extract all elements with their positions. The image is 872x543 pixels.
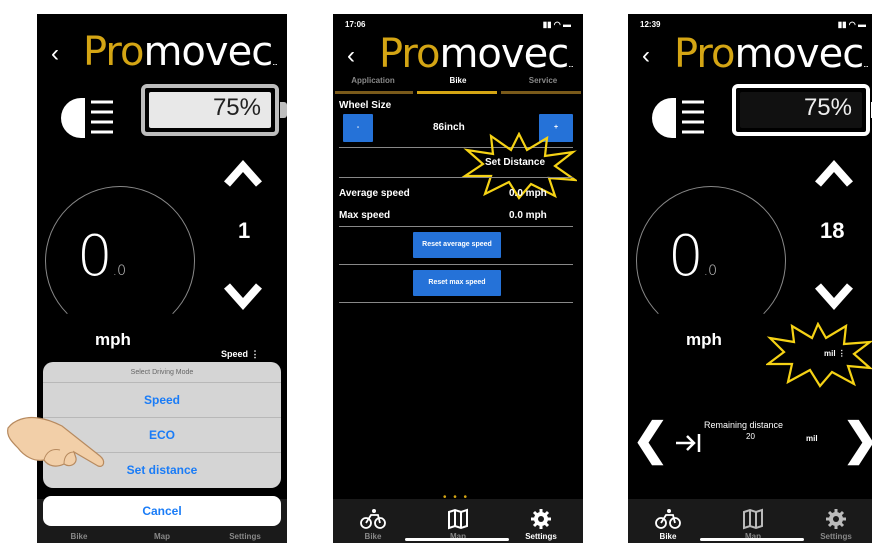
tab-application[interactable]: Application	[333, 76, 413, 85]
phone-screen-bike-settings: 17:06 ▮▮ ◠ ▬ ‹ Promovec... Application B…	[333, 14, 583, 543]
pointing-hand-icon	[7, 416, 105, 467]
battery-percent: 75%	[803, 94, 852, 121]
gear-icon	[826, 509, 846, 529]
speed-readout: 0.0	[77, 224, 126, 289]
headlight-icon[interactable]	[646, 94, 710, 142]
distance-target-icon	[676, 434, 701, 452]
signal-wifi-battery-icon: ▮▮ ◠ ▬	[837, 20, 866, 29]
speed-unit: mph	[95, 330, 131, 349]
reset-average-speed-button[interactable]: Reset average speed	[413, 232, 501, 258]
highlight-burst	[766, 322, 872, 388]
gear-level: 1	[238, 218, 251, 243]
remaining-distance-value: 20	[746, 432, 755, 441]
gear-level: 18	[820, 218, 845, 243]
cancel-button[interactable]: Cancel	[43, 496, 281, 526]
headlight-icon[interactable]	[55, 94, 119, 142]
tab-settings[interactable]: Settings	[806, 508, 866, 541]
bottom-tab-bar: Bike Map Settings	[628, 499, 872, 543]
tab-settings[interactable]: Settings	[511, 508, 571, 541]
remaining-distance-unit: mil	[806, 434, 818, 443]
speed-unit: mph	[686, 330, 722, 349]
wheel-size-label: Wheel Size	[339, 100, 392, 111]
average-speed-value: 0.0 mph	[509, 188, 547, 199]
bicycle-icon	[655, 509, 681, 529]
map-icon	[448, 508, 468, 530]
status-time: 12:39	[640, 20, 661, 29]
promovec-logo: Promovec...	[83, 29, 278, 75]
reset-max-speed-button[interactable]: Reset max speed	[413, 270, 501, 296]
gear-down-icon[interactable]	[223, 276, 263, 316]
previous-arrow-icon[interactable]: ❮	[632, 414, 669, 465]
map-icon	[743, 508, 763, 530]
gear-up-icon[interactable]	[223, 154, 263, 194]
tab-map[interactable]: Map	[428, 508, 488, 541]
speed-readout: 0.0	[668, 224, 717, 289]
tab-bike[interactable]: Bike	[638, 508, 698, 541]
driving-mode-indicator[interactable]: Speed ⋮	[221, 349, 260, 360]
bicycle-icon	[360, 509, 386, 529]
tab-bike[interactable]: Bike	[343, 508, 403, 541]
battery-indicator: 75%	[732, 84, 872, 136]
gear-down-icon[interactable]	[814, 276, 854, 316]
gear-up-icon[interactable]	[814, 154, 854, 194]
tab-map[interactable]: Map	[723, 508, 783, 541]
signal-wifi-battery-icon: ▮▮ ◠ ▬	[542, 20, 571, 29]
home-indicator	[405, 538, 509, 541]
gear-icon	[531, 509, 551, 529]
tab-map[interactable]: Map	[132, 532, 192, 541]
settings-tabs: Application Bike Service	[333, 74, 583, 94]
phone-screen-distance-mode: 12:39 ▮▮ ◠ ▬ ‹ Promovec... 75% 18 0.0 mp…	[628, 14, 872, 543]
tab-service[interactable]: Service	[503, 76, 583, 85]
wheel-size-minus-button[interactable]: -	[343, 114, 373, 142]
sheet-title: Select Driving Mode	[43, 362, 281, 383]
next-arrow-icon[interactable]: ❯	[842, 414, 872, 465]
status-time: 17:06	[345, 20, 366, 29]
back-button[interactable]: ‹	[51, 42, 59, 66]
back-button[interactable]: ‹	[347, 44, 355, 68]
tab-bike[interactable]: Bike	[418, 76, 498, 85]
max-speed-value: 0.0 mph	[509, 210, 547, 221]
bottom-tab-bar: Bike Map Settings	[333, 499, 583, 543]
home-indicator	[700, 538, 804, 541]
battery-indicator: 75%	[141, 84, 287, 136]
tab-bike[interactable]: Bike	[49, 532, 109, 541]
remaining-distance-label: Remaining distance	[704, 420, 784, 430]
set-distance-toggle[interactable]: Set Distance	[485, 157, 575, 168]
tab-settings[interactable]: Settings	[215, 532, 275, 541]
promovec-logo: Promovec...	[674, 31, 869, 77]
battery-percent: 75%	[212, 94, 261, 121]
back-button[interactable]: ‹	[642, 44, 650, 68]
